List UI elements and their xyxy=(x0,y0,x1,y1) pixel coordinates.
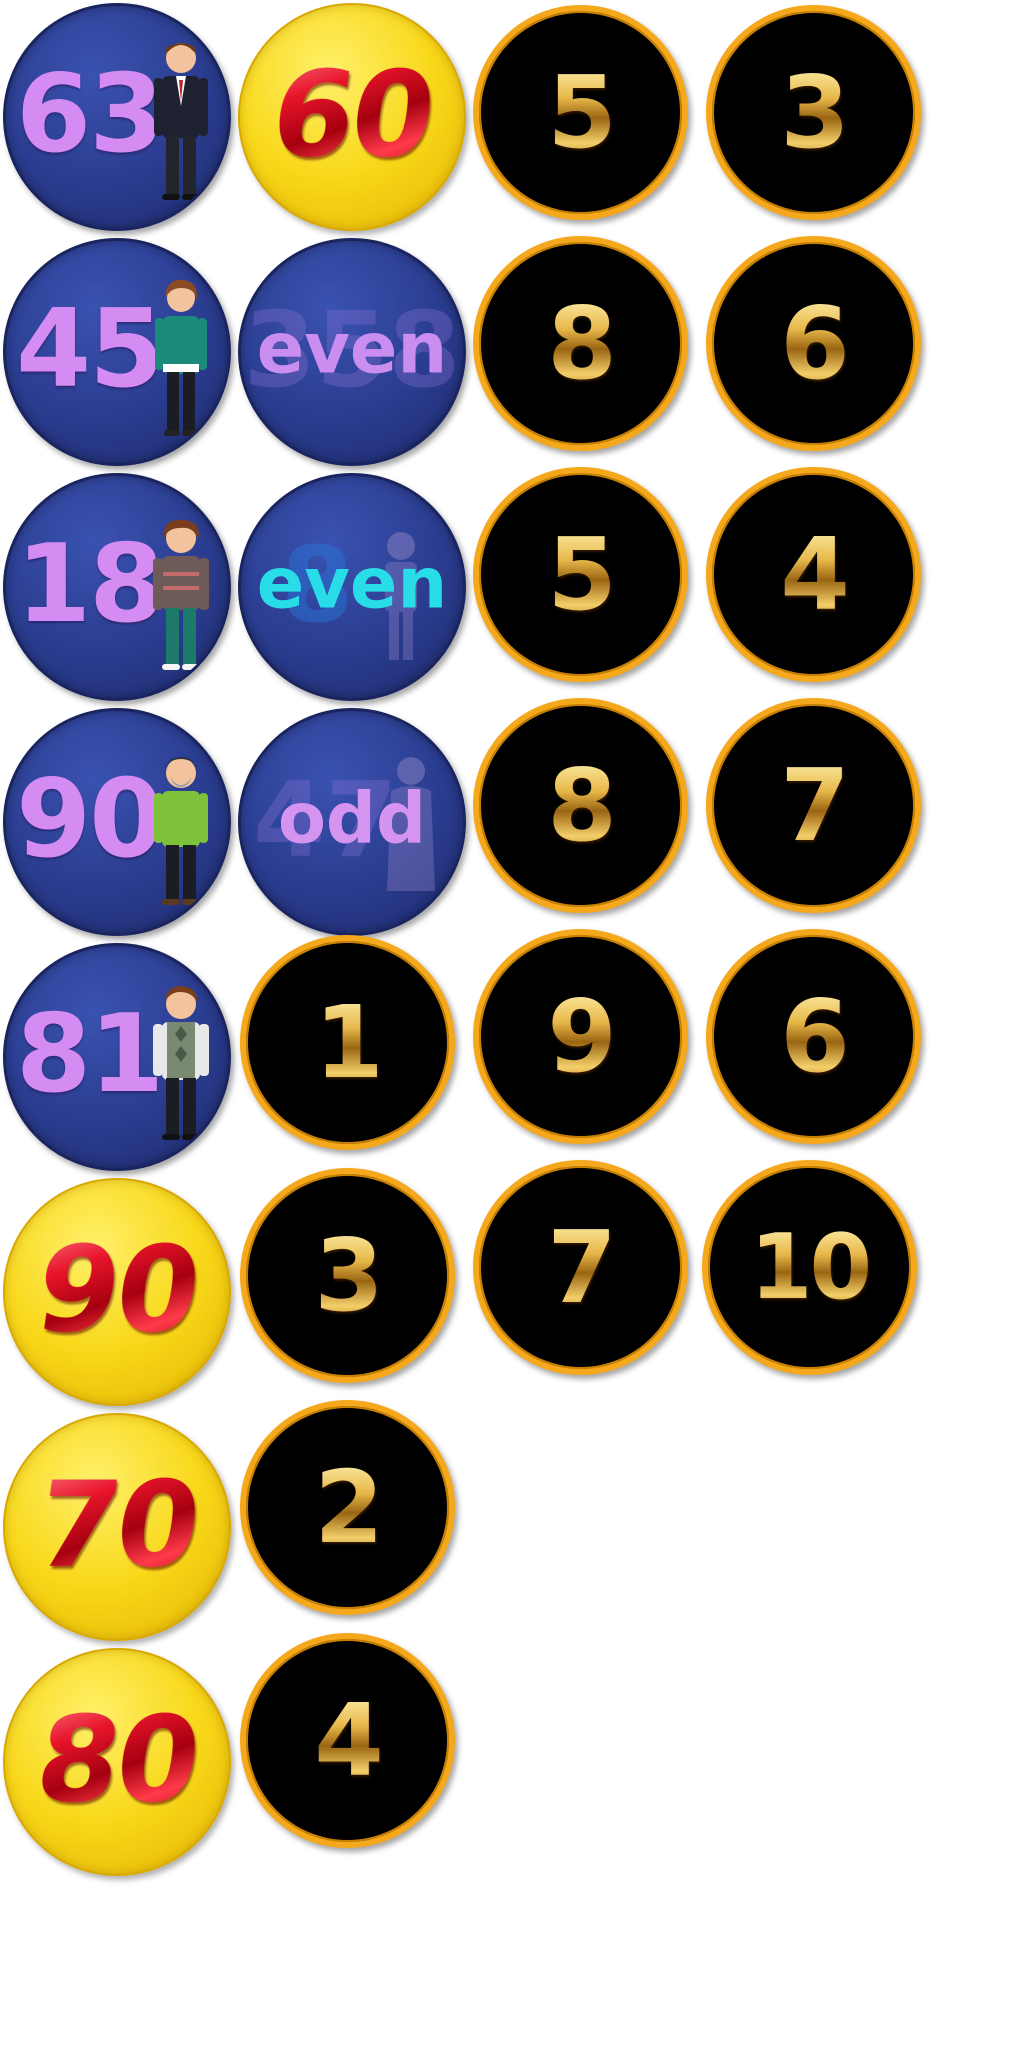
disc-digit: 9 xyxy=(479,986,682,1087)
number-disc-yellow[interactable]: 70 xyxy=(3,1413,231,1641)
digit-disc[interactable]: 1 xyxy=(240,935,455,1150)
disc-number: 81 xyxy=(16,991,164,1117)
digit-disc[interactable]: 8 xyxy=(473,698,688,913)
disc-number: 70 xyxy=(5,1456,229,1594)
digit-disc[interactable]: 7 xyxy=(706,698,921,913)
disc-digit: 5 xyxy=(479,524,682,625)
disc-digit: 6 xyxy=(712,986,915,1087)
digit-disc[interactable]: 7 xyxy=(473,1160,688,1375)
disc-digit: 10 xyxy=(708,1222,911,1313)
number-disc-blue[interactable]: 45 xyxy=(3,238,231,466)
digit-disc[interactable]: 4 xyxy=(240,1633,455,1848)
parity-disc[interactable]: 358 even xyxy=(238,238,466,466)
digit-disc[interactable]: 10 xyxy=(702,1160,917,1375)
disc-digit: 3 xyxy=(246,1225,449,1326)
businessman-icon xyxy=(154,43,208,200)
disc-digit: 3 xyxy=(712,62,915,163)
disc-digit: 4 xyxy=(246,1690,449,1791)
game-board: 63 45 18 90 81 90 70 80 60 358 even 8 ev… xyxy=(0,0,1024,2048)
number-disc-blue[interactable]: 63 xyxy=(3,3,231,231)
old-man-icon xyxy=(154,757,208,905)
parity-word: even xyxy=(256,307,448,390)
digit-disc[interactable]: 8 xyxy=(473,236,688,451)
disc-digit: 5 xyxy=(479,62,682,163)
digit-disc[interactable]: 2 xyxy=(240,1400,455,1615)
parity-word: odd xyxy=(277,777,427,860)
disc-digit: 6 xyxy=(712,293,915,394)
digit-disc[interactable]: 6 xyxy=(706,236,921,451)
parity-disc[interactable]: 47 odd xyxy=(238,708,466,936)
digit-disc[interactable]: 9 xyxy=(473,929,688,1144)
disc-number: 63 xyxy=(16,51,164,177)
disc-number: 80 xyxy=(5,1691,229,1829)
number-disc-yellow[interactable]: 90 xyxy=(3,1178,231,1406)
number-disc-blue[interactable]: 90 xyxy=(3,708,231,936)
number-disc-blue[interactable]: 18 xyxy=(3,473,231,701)
digit-disc[interactable]: 5 xyxy=(473,467,688,682)
disc-digit: 4 xyxy=(712,524,915,625)
digit-disc[interactable]: 4 xyxy=(706,467,921,682)
disc-digit: 8 xyxy=(479,755,682,856)
disc-digit: 8 xyxy=(479,293,682,394)
disc-digit: 2 xyxy=(246,1457,449,1558)
man-vest-icon xyxy=(153,986,209,1140)
parity-disc[interactable]: 8 even xyxy=(238,473,466,701)
disc-digit: 7 xyxy=(479,1217,682,1318)
disc-number: 90 xyxy=(5,1221,229,1359)
digit-disc[interactable]: 6 xyxy=(706,929,921,1144)
disc-digit: 1 xyxy=(246,992,449,1093)
woman-icon xyxy=(155,279,207,436)
number-disc-yellow[interactable]: 80 xyxy=(3,1648,231,1876)
disc-digit: 7 xyxy=(712,755,915,856)
number-disc-blue[interactable]: 81 xyxy=(3,943,231,1171)
teen-boy-icon xyxy=(153,519,209,670)
digit-disc[interactable]: 5 xyxy=(473,5,688,220)
disc-number: 18 xyxy=(16,521,164,647)
disc-number: 60 xyxy=(240,46,464,184)
disc-number: 90 xyxy=(16,756,164,882)
digit-disc[interactable]: 3 xyxy=(706,5,921,220)
disc-number: 45 xyxy=(16,286,164,412)
digit-disc[interactable]: 3 xyxy=(240,1168,455,1383)
parity-word: even xyxy=(256,542,448,625)
number-disc-yellow[interactable]: 60 xyxy=(238,3,466,231)
